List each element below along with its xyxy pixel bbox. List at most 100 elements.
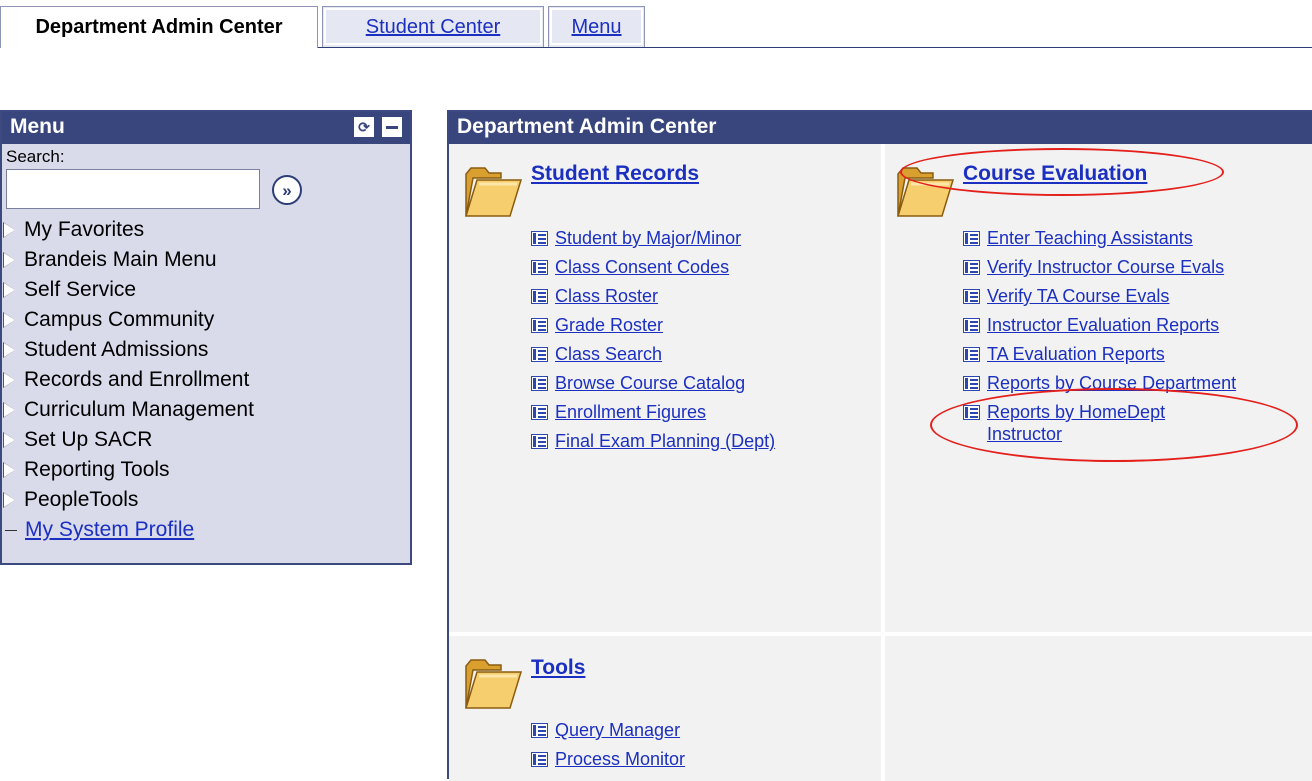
link-label[interactable]: Process Monitor (555, 748, 685, 770)
link-browse-course-catalog[interactable]: Browse Course Catalog (531, 372, 775, 401)
expand-triangle-icon (3, 402, 20, 418)
link-verify-instructor-course-evals[interactable]: Verify Instructor Course Evals (963, 256, 1236, 285)
menu-item-label: PeopleTools (24, 488, 139, 511)
page-list-icon (531, 260, 548, 275)
link-label[interactable]: Verify Instructor Course Evals (987, 256, 1224, 278)
tab-student-center-link[interactable]: Student Center (366, 16, 501, 39)
menu-item-reporting-tools[interactable]: Reporting Tools (2, 455, 410, 485)
page-list-icon (531, 752, 548, 767)
menu-item-records-and-enrollment[interactable]: Records and Enrollment (2, 365, 410, 395)
tab-student-center[interactable]: Student Center (322, 6, 544, 47)
page-list-icon (963, 260, 980, 275)
course-evaluation-title-link[interactable]: Course Evaluation (963, 162, 1147, 186)
link-label[interactable]: Class Consent Codes (555, 256, 729, 278)
expand-triangle-icon (3, 312, 20, 328)
menu-item-label: My Favorites (24, 218, 145, 241)
menu-item-curriculum-management[interactable]: Curriculum Management (2, 395, 410, 425)
link-label[interactable]: Class Search (555, 343, 662, 365)
link-label[interactable]: Instructor Evaluation Reports (987, 314, 1219, 336)
tools-title-link[interactable]: Tools (531, 656, 585, 680)
page-list-icon (531, 318, 548, 333)
menu-item-campus-community[interactable]: Campus Community (2, 305, 410, 335)
page-list-icon (963, 318, 980, 333)
menu-item-label: Student Admissions (24, 338, 209, 361)
link-student-by-major-minor[interactable]: Student by Major/Minor (531, 227, 775, 256)
menu-item-label: Set Up SACR (24, 428, 153, 451)
tools-links: Query Manager Process Monitor (531, 719, 685, 777)
folder-icon (896, 167, 955, 217)
folder-icon (464, 659, 523, 709)
menu-item-my-system-profile[interactable]: My System Profile (2, 515, 410, 545)
link-class-roster[interactable]: Class Roster (531, 285, 775, 314)
tab-department-admin-center[interactable]: Department Admin Center (0, 6, 318, 48)
link-label[interactable]: Verify TA Course Evals (987, 285, 1169, 307)
portal-tab-bar: Department Admin Center Student Center M… (0, 0, 1312, 48)
link-final-exam-planning[interactable]: Final Exam Planning (Dept) (531, 430, 775, 459)
expand-triangle-icon (3, 492, 20, 508)
link-label[interactable]: Class Roster (555, 285, 658, 307)
link-query-manager[interactable]: Query Manager (531, 719, 685, 748)
link-enrollment-figures[interactable]: Enrollment Figures (531, 401, 775, 430)
tab-menu-link[interactable]: Menu (571, 16, 621, 39)
menu-pagelet-title: Menu (10, 115, 65, 138)
link-label[interactable]: Final Exam Planning (Dept) (555, 430, 775, 452)
link-label[interactable]: Reports by HomeDept Instructor (987, 401, 1165, 445)
link-label[interactable]: Student by Major/Minor (555, 227, 741, 249)
page-list-icon (531, 347, 548, 362)
menu-item-brandeis-main-menu[interactable]: Brandeis Main Menu (2, 245, 410, 275)
menu-item-self-service[interactable]: Self Service (2, 275, 410, 305)
student-records-section: Student Records Student by Major/Minor C… (449, 144, 881, 632)
menu-item-student-admissions[interactable]: Student Admissions (2, 335, 410, 365)
leaf-dash-icon (5, 529, 17, 531)
menu-item-label: Curriculum Management (24, 398, 254, 421)
student-records-title-link[interactable]: Student Records (531, 162, 699, 186)
course-evaluation-section: Course Evaluation Enter Teaching Assista… (885, 144, 1312, 632)
link-process-monitor[interactable]: Process Monitor (531, 748, 685, 777)
link-label[interactable]: TA Evaluation Reports (987, 343, 1165, 365)
tab-department-admin-center-label: Department Admin Center (35, 16, 283, 38)
link-label[interactable]: Grade Roster (555, 314, 663, 336)
menu-list: My Favorites Brandeis Main Menu Self Ser… (2, 215, 410, 545)
link-class-consent-codes[interactable]: Class Consent Codes (531, 256, 775, 285)
refresh-icon[interactable]: ⟳ (354, 117, 374, 137)
minimize-icon[interactable] (382, 117, 402, 137)
tab-menu[interactable]: Menu (548, 6, 645, 47)
link-label[interactable]: Enter Teaching Assistants (987, 227, 1193, 249)
page-list-icon (963, 231, 980, 246)
link-reports-by-course-department[interactable]: Reports by Course Department (963, 372, 1236, 401)
empty-section (885, 636, 1312, 781)
menu-item-set-up-sacr[interactable]: Set Up SACR (2, 425, 410, 455)
page-list-icon (963, 347, 980, 362)
menu-item-label: Campus Community (24, 308, 215, 331)
search-go-icon[interactable]: » (272, 175, 302, 205)
page-list-icon (531, 376, 548, 391)
link-reports-by-homedept-instructor[interactable]: Reports by HomeDept Instructor (963, 401, 1236, 455)
link-ta-evaluation-reports[interactable]: TA Evaluation Reports (963, 343, 1236, 372)
menu-item-label: Brandeis Main Menu (24, 248, 217, 271)
page-list-icon (531, 405, 548, 420)
menu-pagelet-header: Menu ⟳ (2, 112, 410, 144)
menu-search-input[interactable] (6, 169, 260, 209)
link-label-line1: Reports by HomeDept (987, 402, 1166, 422)
link-enter-teaching-assistants[interactable]: Enter Teaching Assistants (963, 227, 1236, 256)
menu-item-label: Reporting Tools (24, 458, 170, 481)
link-label[interactable]: Query Manager (555, 719, 680, 741)
course-evaluation-links: Enter Teaching Assistants Verify Instruc… (963, 227, 1236, 455)
page-list-icon (963, 376, 980, 391)
menu-item-label: Records and Enrollment (24, 368, 250, 391)
link-verify-ta-course-evals[interactable]: Verify TA Course Evals (963, 285, 1236, 314)
page-list-icon (531, 434, 548, 449)
search-label: Search: (6, 147, 65, 166)
my-system-profile-link[interactable]: My System Profile (25, 515, 194, 545)
link-label[interactable]: Browse Course Catalog (555, 372, 745, 394)
link-label[interactable]: Reports by Course Department (987, 372, 1236, 394)
link-instructor-evaluation-reports[interactable]: Instructor Evaluation Reports (963, 314, 1236, 343)
link-grade-roster[interactable]: Grade Roster (531, 314, 775, 343)
page-list-icon (531, 231, 548, 246)
expand-triangle-icon (3, 222, 20, 238)
menu-item-my-favorites[interactable]: My Favorites (2, 215, 410, 245)
link-label[interactable]: Enrollment Figures (555, 401, 706, 423)
link-class-search[interactable]: Class Search (531, 343, 775, 372)
admin-center-header: Department Admin Center (449, 112, 1312, 144)
menu-item-peopletools[interactable]: PeopleTools (2, 485, 410, 515)
